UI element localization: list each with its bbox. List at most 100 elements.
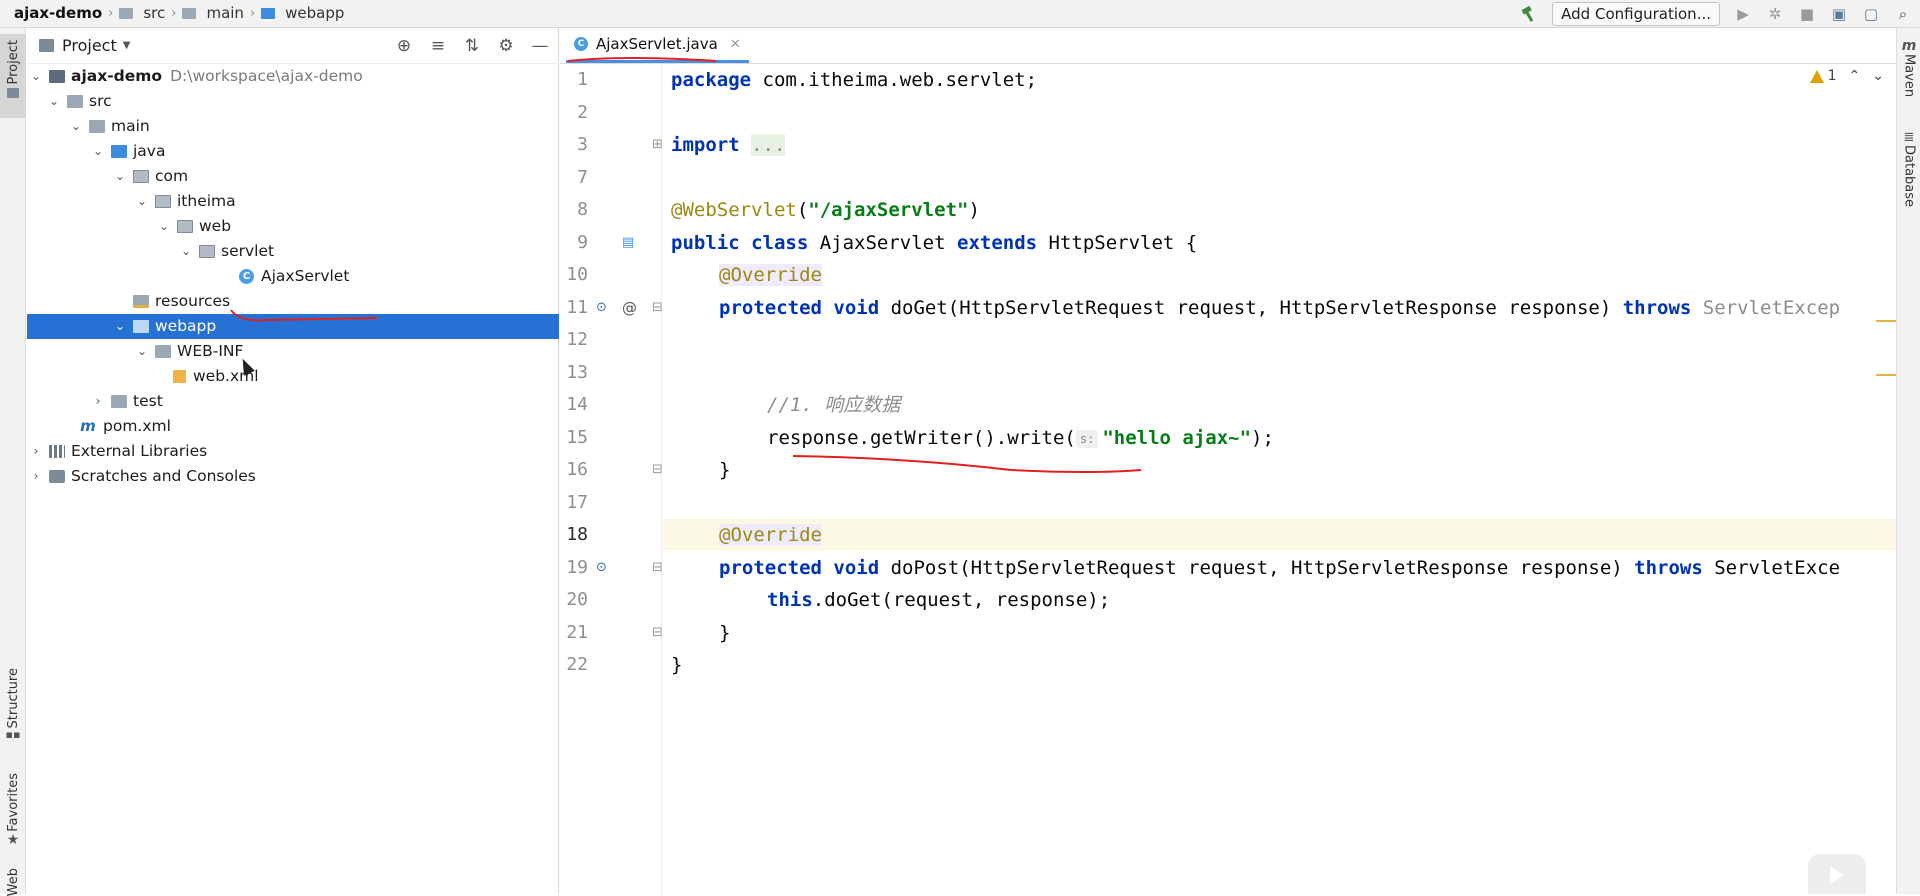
line-number: 14 [566, 394, 588, 415]
chevron-down-icon[interactable]: ⌄ [135, 189, 149, 214]
database-tool-button[interactable]: ≣ Database [1897, 130, 1920, 207]
line-number: 22 [566, 654, 588, 675]
url-mapping-at-icon[interactable]: @ [622, 292, 637, 324]
project-panel-tools: ⊕ ≡ ⇅ ⚙ — [394, 36, 550, 56]
stop-icon[interactable]: ■ [1798, 5, 1816, 23]
search-icon[interactable]: ⌕ [1894, 5, 1912, 23]
tree-item-web-xml[interactable]: web.xml [27, 364, 559, 389]
expand-all-icon[interactable]: ≡ [428, 36, 448, 56]
chevron-down-icon[interactable]: ⌄ [157, 214, 171, 239]
code-text-area[interactable]: package com.itheima.web.servlet; import … [663, 64, 1896, 894]
fold-minus-icon[interactable]: ⊟ [652, 292, 663, 324]
chevron-right-icon[interactable]: › [29, 439, 43, 464]
code-line-9: public class AjaxServlet extends HttpSer… [663, 227, 1896, 259]
tree-item-pom-xml[interactable]: m pom.xml [27, 414, 559, 439]
tree-item-scratches[interactable]: › Scratches and Consoles [27, 464, 559, 489]
tree-item-label: External Libraries [71, 442, 208, 460]
fold-end-icon[interactable]: ⊟ [652, 454, 663, 486]
project-view-selector[interactable]: Project [62, 36, 117, 55]
tree-item-test[interactable]: › test [27, 389, 559, 414]
folder-icon [89, 120, 105, 133]
tree-item-web-inf[interactable]: ⌄ WEB-INF [27, 339, 559, 364]
tree-item-servlet[interactable]: ⌄ servlet [27, 239, 559, 264]
error-stripe-mark[interactable] [1876, 374, 1896, 376]
tree-item-label: Scratches and Consoles [71, 467, 256, 485]
folder-icon [155, 345, 171, 358]
add-configuration-button[interactable]: Add Configuration... [1552, 2, 1720, 26]
line-number: 3 [577, 134, 588, 155]
chevron-down-icon[interactable]: ⌄ [135, 339, 149, 364]
tree-item-itheima[interactable]: ⌄ itheima [27, 189, 559, 214]
line-number: 16 [566, 459, 588, 480]
chevron-right-icon[interactable]: › [91, 389, 105, 414]
tree-item-resources[interactable]: resources [27, 289, 559, 314]
breadcrumb-item-main[interactable]: main [206, 4, 243, 22]
override-method-icon[interactable]: ⊙ [596, 552, 607, 584]
chevron-down-icon[interactable]: ⌄ [179, 239, 193, 264]
project-structure-icon[interactable]: ▣ [1830, 5, 1848, 23]
structure-tool-button[interactable]: Structure ▪▪ [0, 668, 26, 764]
locate-target-icon[interactable]: ⊕ [394, 36, 414, 56]
chevron-down-icon[interactable]: ⌄ [113, 164, 127, 189]
chevron-right-icon[interactable]: › [29, 464, 43, 489]
code-token: throws [1634, 557, 1703, 579]
gear-icon[interactable]: ⚙ [496, 36, 516, 56]
chevron-down-icon[interactable]: ⌄ [91, 139, 105, 164]
web-servlet-mapping-icon[interactable]: ▤ [622, 227, 634, 259]
chevron-down-icon[interactable]: ⌄ [69, 114, 83, 139]
tree-item-label: src [89, 92, 112, 110]
override-method-icon[interactable]: ⊙ [596, 292, 607, 324]
chevron-down-icon[interactable]: ⌄ [113, 314, 127, 339]
fold-minus-icon[interactable]: ⊟ [652, 552, 663, 584]
build-hammer-icon[interactable] [1520, 5, 1538, 23]
package-icon [155, 195, 171, 208]
chevron-down-icon[interactable]: ⌄ [29, 64, 43, 89]
project-tool-button[interactable]: Project [0, 34, 26, 118]
tree-item-webapp[interactable]: ⌄ webapp [27, 314, 559, 339]
tree-item-ajaxservlet[interactable]: C AjaxServlet [27, 264, 559, 289]
breadcrumb-item-src[interactable]: src [143, 4, 165, 22]
maven-tool-label: Maven [1901, 54, 1917, 98]
line-number: 12 [566, 329, 588, 350]
fold-end-icon[interactable]: ⊟ [652, 617, 663, 649]
breadcrumb-item-project[interactable]: ajax-demo [14, 4, 102, 22]
chevron-down-icon[interactable]: ⌄ [47, 89, 61, 114]
code-line-14: //1. 响应数据 [663, 389, 1896, 421]
web-tool-button[interactable]: Web [0, 868, 26, 896]
project-tree: ⌄ ajax-demo D:\workspace\ajax-demo ⌄ src … [27, 64, 559, 489]
tree-item-ajax-demo[interactable]: ⌄ ajax-demo D:\workspace\ajax-demo [27, 64, 559, 89]
toolbar-right: Add Configuration... ▶ ✲ ■ ▣ ▢ ⌕ [1520, 2, 1912, 26]
code-comment: //1. 响应数据 [767, 394, 901, 416]
code-token: public [671, 232, 740, 254]
chevron-down-icon[interactable]: ▼ [123, 40, 131, 51]
close-icon[interactable]: ✕ [730, 37, 741, 52]
layout-icon[interactable]: ▢ [1862, 5, 1880, 23]
video-play-overlay-icon[interactable] [1808, 854, 1866, 894]
minimize-icon[interactable]: — [530, 36, 550, 56]
tree-item-src[interactable]: ⌄ src [27, 89, 559, 114]
collapse-all-icon[interactable]: ⇅ [462, 36, 482, 56]
tab-ajaxservlet-java[interactable]: C AjaxServlet.java ✕ [566, 28, 749, 63]
breadcrumb-item-webapp[interactable]: webapp [285, 4, 344, 22]
line-number: 17 [566, 492, 588, 513]
code-token: HttpServlet { [1037, 232, 1198, 254]
debug-icon[interactable]: ✲ [1766, 5, 1784, 23]
folded-imports[interactable]: ... [751, 134, 786, 156]
tree-item-web[interactable]: ⌄ web [27, 214, 559, 239]
project-panel-header: Project ▼ ⊕ ≡ ⇅ ⚙ — [27, 28, 558, 64]
maven-tool-button[interactable]: m Maven [1897, 38, 1920, 97]
code-line-11: protected void doGet(HttpServletRequest … [663, 292, 1896, 324]
code-token: @Override [719, 264, 822, 286]
code-line-19: protected void doPost(HttpServletRequest… [663, 552, 1896, 584]
tree-item-java[interactable]: ⌄ java [27, 139, 559, 164]
tree-item-external-libraries[interactable]: › External Libraries [27, 439, 559, 464]
code-token: import [671, 134, 740, 156]
structure-tool-label: Structure [5, 668, 21, 729]
fold-plus-icon[interactable]: ⊞ [652, 129, 663, 161]
tree-item-main[interactable]: ⌄ main [27, 114, 559, 139]
run-icon[interactable]: ▶ [1734, 5, 1752, 23]
favorites-tool-button[interactable]: Favorites ★ [0, 773, 26, 863]
code-line-16: } [663, 454, 1896, 486]
tree-item-com[interactable]: ⌄ com [27, 164, 559, 189]
error-stripe-mark[interactable] [1876, 320, 1896, 322]
